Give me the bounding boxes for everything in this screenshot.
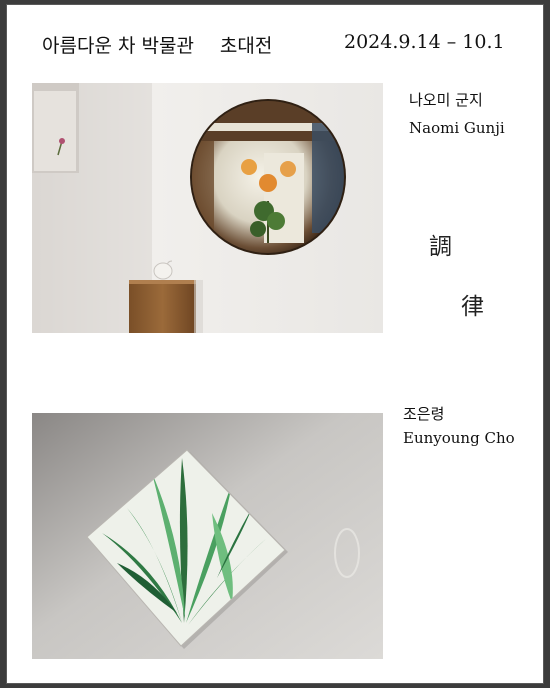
exhibition-dates: 2024.9.14 – 10.1 (344, 31, 505, 53)
museum-name: 아름다운 차 박물관 (42, 35, 194, 57)
theme-character-1: 調 (429, 234, 452, 260)
artist1-name-english: Naomi Gunji (409, 119, 505, 137)
artist2-name-english: Eunyoung Cho (403, 429, 515, 447)
artist2-name-korean: 조은령 (403, 405, 445, 423)
poster-title: 아름다운 차 박물관 초대전 (42, 31, 272, 58)
event-type: 초대전 (219, 35, 273, 57)
theme-character-2: 律 (461, 294, 484, 320)
artist1-name-korean: 나오미 군지 (409, 91, 483, 109)
poster-page: 아름다운 차 박물관 초대전 2024.9.14 – 10.1 나오미 군지 N… (6, 4, 544, 684)
mirror-artwork-photo (32, 83, 383, 333)
botanical-painting-photo (32, 413, 383, 659)
